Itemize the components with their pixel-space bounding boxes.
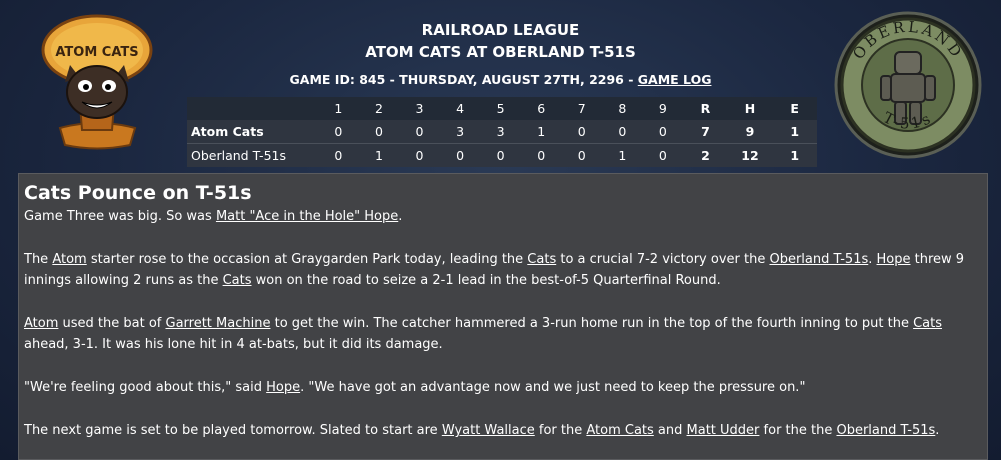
inning-header: 4 [456, 101, 465, 116]
table-row: Oberland T-51s 0 1 0 0 0 0 0 1 0 2 12 1 [187, 143, 817, 167]
paragraph-text: The next game is set to be played tomorr… [24, 423, 442, 438]
errors-total: 1 [790, 124, 800, 139]
inning-score: 0 [415, 124, 424, 139]
article-paragraph: Atom used the bat of Garrett Machine to … [24, 313, 981, 355]
inning-score: 3 [496, 124, 505, 139]
runs-total: 2 [683, 143, 728, 167]
team-link-cats[interactable]: Cats [223, 273, 252, 288]
paragraph-text: ahead, 3-1. It was his lone hit in 4 at-… [24, 337, 443, 352]
paragraph-text: "We're feeling good about this," said [24, 380, 267, 395]
paragraph-text: used the bat of [58, 316, 166, 331]
paragraph-text: to a crucial 7-2 victory over the [556, 252, 770, 267]
article-paragraph: The Atom starter rose to the occasion at… [24, 249, 981, 291]
paragraph-text: starter rose to the occasion at Graygard… [86, 252, 528, 267]
article-paragraph: The next game is set to be played tomorr… [24, 420, 981, 441]
inning-score: 0 [520, 143, 562, 167]
inning-score: 1 [537, 124, 546, 139]
paragraph-text: . [398, 209, 403, 224]
inning-score: 0 [618, 124, 627, 139]
team-name-oberland[interactable]: Oberland T-51s [187, 143, 319, 167]
paragraph-text: . [935, 423, 940, 438]
inning-score: 0 [561, 143, 603, 167]
inning-score: 0 [480, 143, 521, 167]
inning-score: 0 [399, 143, 440, 167]
team-name-atom-cats[interactable]: Atom Cats [187, 120, 318, 144]
inning-header: 5 [496, 101, 505, 116]
article-paragraph: Game Three was big. So was Matt "Ace in … [24, 206, 981, 227]
inning-header: 2 [374, 101, 383, 116]
runs-total: 7 [701, 124, 710, 139]
game-recap-article: Cats Pounce on T-51s Game Three was big.… [18, 173, 988, 460]
inning-score: 1 [602, 143, 643, 167]
team-link-cats[interactable]: Cats [913, 316, 942, 331]
inning-score: 0 [318, 143, 359, 167]
runs-header: R [700, 101, 711, 116]
paragraph-text: The [24, 252, 53, 267]
inning-score: 3 [456, 124, 465, 139]
team-link-oberland[interactable]: Oberland T-51s [836, 423, 935, 438]
inning-header: 8 [618, 101, 627, 116]
inning-score: 0 [642, 143, 684, 167]
paragraph-text: won on the road to seize a 2-1 lead in t… [251, 273, 721, 288]
paragraph-text: to get the win. The catcher hammered a 3… [270, 316, 914, 331]
player-link-hope[interactable]: Hope [877, 252, 911, 267]
article-paragraph: "We're feeling good about this," said Ho… [24, 377, 981, 398]
hits-total: 12 [727, 143, 773, 167]
inning-score: 0 [658, 124, 667, 139]
inning-header: 7 [577, 101, 586, 116]
player-link-wyatt-wallace[interactable]: Wyatt Wallace [442, 423, 535, 438]
inning-header: 9 [658, 101, 667, 116]
inning-header: 1 [334, 101, 343, 116]
team-column-header [187, 97, 318, 120]
player-link-hope[interactable]: Matt "Ace in the Hole" Hope [216, 209, 398, 224]
inning-score: 0 [439, 143, 481, 167]
article-headline: Cats Pounce on T-51s [24, 182, 252, 204]
hits-header: H [744, 101, 756, 116]
box-score-header-row: 1 2 3 4 5 6 7 8 9 R H E [187, 97, 817, 120]
paragraph-text: . [868, 252, 877, 267]
inning-header: 6 [537, 101, 546, 116]
team-link-cats[interactable]: Cats [527, 252, 556, 267]
paragraph-text: for the [534, 423, 587, 438]
errors-header: E [790, 101, 799, 116]
player-link-hope[interactable]: Hope [266, 380, 300, 395]
game-info-text: GAME ID: 845 - THURSDAY, AUGUST 27TH, 22… [289, 72, 638, 87]
paragraph-text: and [653, 423, 687, 438]
inning-score: 0 [374, 124, 383, 139]
player-link-garrett-machine[interactable]: Garrett Machine [166, 316, 271, 331]
paragraph-text: for the the [759, 423, 837, 438]
box-score-table: 1 2 3 4 5 6 7 8 9 R H E Atom Cats 0 0 0 … [187, 97, 817, 167]
inning-score: 1 [358, 143, 400, 167]
game-log-link[interactable]: GAME LOG [638, 72, 712, 87]
inning-score: 0 [577, 124, 586, 139]
paragraph-text: Game Three was big. So was [24, 209, 216, 224]
player-link-matt-udder[interactable]: Matt Udder [687, 423, 760, 438]
hits-total: 9 [745, 124, 755, 139]
paragraph-text: . "We have got an advantage now and we j… [300, 380, 806, 395]
team-link-atom[interactable]: Atom [52, 252, 86, 267]
team-link-oberland[interactable]: Oberland T-51s [769, 252, 868, 267]
inning-header: 3 [415, 101, 424, 116]
team-link-atom[interactable]: Atom [24, 316, 58, 331]
table-row: Atom Cats 0 0 0 3 3 1 0 0 0 7 9 1 [187, 120, 817, 144]
errors-total: 1 [772, 143, 817, 167]
team-link-atom-cats[interactable]: Atom Cats [586, 423, 653, 438]
inning-score: 0 [334, 124, 343, 139]
oberland-t51s-logo: OBERLAND T-51s [833, 10, 983, 160]
